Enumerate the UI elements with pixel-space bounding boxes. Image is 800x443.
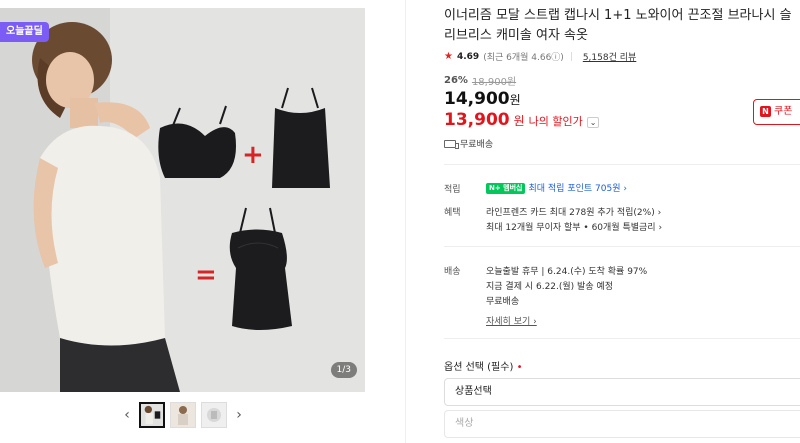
price-value: 14,900 [444, 89, 510, 109]
product-details: 이너리즘 모달 스트랩 캡나시 1+1 노와이어 끈조절 브라나시 슬리브리스 … [405, 0, 800, 443]
benefit-line-2[interactable]: 최대 12개월 무이자 할부 • 60개월 특별금리 › [486, 220, 662, 233]
thumbnail-3[interactable] [201, 402, 227, 428]
rating-row: ★ 4.69 (최근 6개월 4.66ⓘ) 5,158건 리뷰 [444, 50, 636, 63]
thumbnail-strip: ‹ › [120, 402, 246, 428]
option-label-text: 옵션 선택 (필수) [444, 362, 514, 373]
plus-sign: + [242, 140, 264, 170]
coupon-button[interactable]: N 쿠폰 [753, 99, 800, 125]
points-text: 최대 적립 포인트 705원 › [528, 184, 627, 194]
product-gallery: 오늘끝딜 + = 1/3 ‹ › [0, 0, 405, 443]
delivery-detail-link[interactable]: 자세히 보기 › [486, 314, 537, 327]
color-select[interactable]: 색상 [444, 410, 800, 438]
naver-n-icon: N [760, 106, 771, 117]
price-unit: 원 [509, 93, 521, 107]
thumbnail-image-3 [202, 403, 226, 427]
free-shipping-text: 무료배송 [460, 140, 494, 150]
rating-value: 4.69 [456, 51, 480, 62]
delivery-line-1: 오늘출발 휴무 | 6.24.(수) 도착 확률 97% [486, 267, 648, 277]
divider [570, 52, 572, 61]
sale-price-value: 13,900 [444, 110, 510, 130]
discount-rate: 26% [444, 75, 468, 86]
truck-icon [444, 139, 459, 149]
price-row: 14,900원 [444, 89, 521, 109]
coupon-label: 쿠폰 [774, 106, 793, 117]
option-label: 옵션 선택 (필수) • [444, 358, 522, 373]
thumbnail-2[interactable] [170, 402, 196, 428]
review-count-link[interactable]: 5,158건 리뷰 [583, 50, 636, 63]
benefit-label: 혜택 [444, 208, 461, 218]
delivery-line-3: 무료배송 [486, 297, 520, 307]
product-photo [0, 8, 365, 392]
free-shipping-row: 무료배송 [444, 137, 493, 150]
prev-image-button[interactable]: ‹ [120, 402, 134, 428]
points-label: 적립 [444, 185, 461, 195]
sale-price-unit: 원 [513, 114, 525, 128]
required-mark: • [516, 362, 523, 373]
divider-2 [444, 246, 800, 247]
thumbnail-image-1 [141, 404, 163, 426]
main-product-image[interactable]: 오늘끝딜 + = 1/3 [0, 8, 365, 392]
original-price: 18,900원 [471, 77, 517, 88]
divider-1 [444, 164, 800, 165]
delivery-label: 배송 [444, 267, 461, 277]
today-deal-badge: 오늘끝딜 [0, 22, 49, 42]
product-title: 이너리즘 모달 스트랩 캡나시 1+1 노와이어 끈조절 브라나시 슬리브리스 … [444, 8, 792, 43]
delivery-line-2: 지금 결제 시 6.22.(월) 발송 예정 [486, 282, 614, 292]
points-row[interactable]: N+ 멤버십 최대 적립 포인트 705원 › [486, 181, 627, 194]
chevron-down-icon[interactable]: ⌄ [586, 117, 600, 128]
npay-membership-badge: N+ 멤버십 [486, 183, 526, 194]
next-image-button[interactable]: › [232, 402, 246, 428]
product-select[interactable]: 상품선택 [444, 378, 800, 406]
my-discount-toggle[interactable]: 나의 할인가 [529, 113, 583, 129]
thumbnail-image-2 [171, 403, 195, 427]
star-icon: ★ [444, 51, 453, 62]
discount-row: 26% 18,900원 [444, 73, 516, 88]
divider-3 [444, 338, 800, 339]
sale-price-row: 13,900 원 나의 할인가 ⌄ [444, 110, 600, 130]
rating-recent[interactable]: (최근 6개월 4.66ⓘ) [483, 50, 564, 63]
image-page-indicator: 1/3 [330, 362, 357, 378]
benefit-line-1[interactable]: 라인프렌즈 카드 최대 278원 추가 적립(2%) › [486, 205, 661, 218]
equals-sign: = [195, 260, 217, 290]
thumbnail-1[interactable] [139, 402, 165, 428]
